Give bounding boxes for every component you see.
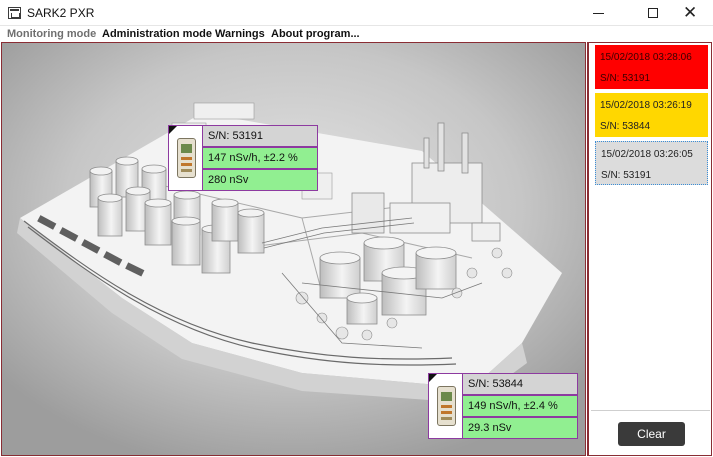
close-button[interactable]: ✕ [667,0,713,26]
app-icon [8,7,21,19]
device-card-53844[interactable]: S/N: 53844 149 nSv/h, ±2.4 % 29.3 nSv [428,373,578,439]
minimize-button[interactable] [576,0,622,26]
menu-about-program[interactable]: About program... [271,28,360,40]
device-dose-rate: 147 nSv/h, ±2.2 % [203,147,318,169]
events-panel: 15/02/2018 03:28:06 S/N: 53191 15/02/201… [587,42,712,456]
device-thumbnail [168,125,203,191]
events-list: 15/02/2018 03:28:06 S/N: 53191 15/02/201… [593,45,708,410]
title-bar: SARK2 PXR ✕ [0,0,713,26]
event-timestamp: 15/02/2018 03:28:06 [600,52,692,63]
event-timestamp: 15/02/2018 03:26:05 [601,149,693,160]
event-timestamp: 15/02/2018 03:26:19 [600,100,692,111]
device-dose-rate: 149 nSv/h, ±2.4 % [463,395,578,417]
close-icon: ✕ [683,3,698,22]
device-card-53191[interactable]: S/N: 53191 147 nSv/h, ±2.2 % 280 nSv [168,125,318,191]
event-item-warning[interactable]: 15/02/2018 03:26:19 S/N: 53844 [595,93,708,137]
device-dose: 280 nSv [203,169,318,191]
dosimeter-icon [177,138,196,178]
plant-map-view[interactable]: S/N: 53191 147 nSv/h, ±2.2 % 280 nSv S/N… [1,42,586,456]
device-serial: S/N: 53191 [203,125,318,147]
menu-warnings[interactable]: Warnings [215,28,265,40]
event-item-normal[interactable]: 15/02/2018 03:26:05 S/N: 53191 [595,141,708,185]
menu-bar: Monitoring mode Administration mode Warn… [0,26,713,42]
dosimeter-icon [437,386,456,426]
event-serial: S/N: 53191 [601,170,652,181]
device-dose: 29.3 nSv [463,417,578,439]
event-item-alarm[interactable]: 15/02/2018 03:28:06 S/N: 53191 [595,45,708,89]
device-thumbnail [428,373,463,439]
maximize-icon [648,8,658,18]
event-serial: S/N: 53191 [600,73,651,84]
panel-divider [591,410,710,411]
minimize-icon [593,13,604,14]
menu-administration-mode[interactable]: Administration mode [102,28,212,40]
menu-monitoring-mode[interactable]: Monitoring mode [7,28,96,40]
device-serial: S/N: 53844 [463,373,578,395]
clear-button[interactable]: Clear [618,422,685,446]
window-title: SARK2 PXR [27,6,95,20]
event-serial: S/N: 53844 [600,121,651,132]
